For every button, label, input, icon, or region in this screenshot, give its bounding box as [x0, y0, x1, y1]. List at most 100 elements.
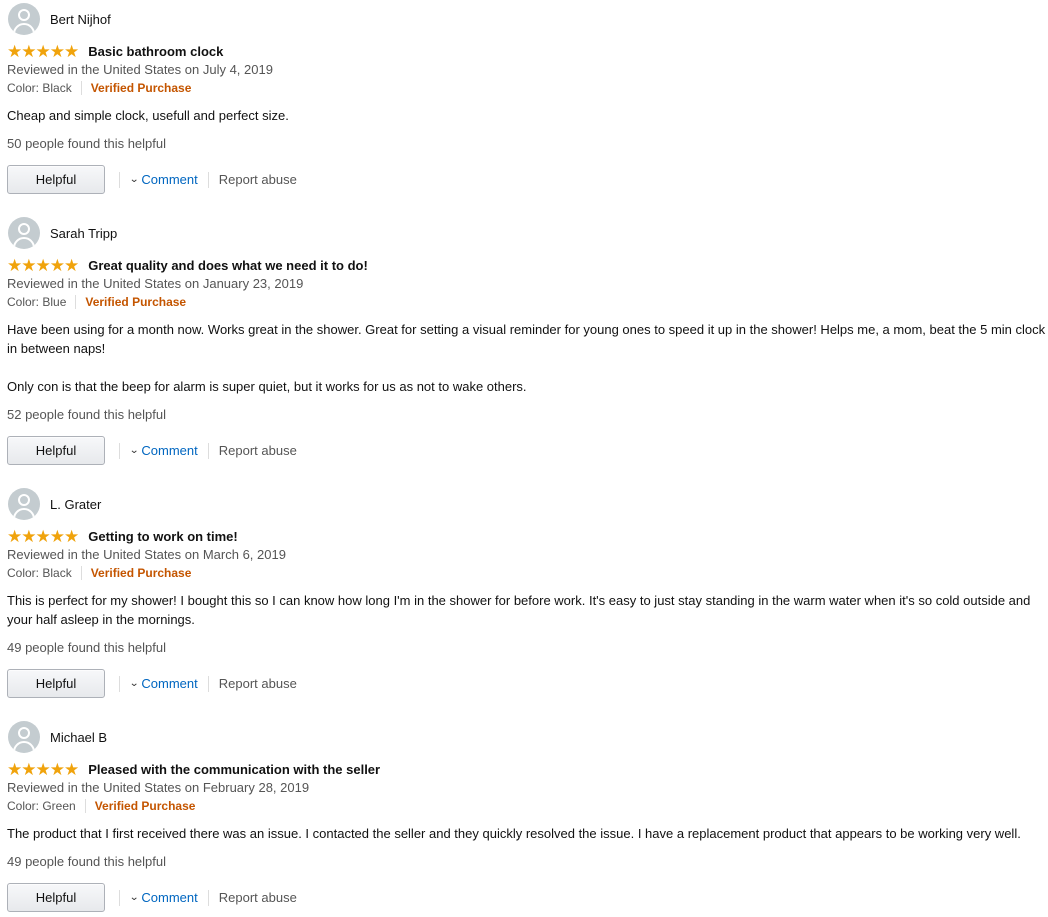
avatar	[8, 3, 40, 35]
product-color[interactable]: Color: Black	[7, 81, 72, 95]
reviewer-name: Michael B	[50, 729, 108, 745]
report-abuse-link[interactable]: Report abuse	[219, 890, 297, 905]
star-rating[interactable]: ★ ★ ★ ★ ★	[7, 255, 79, 275]
helpful-count: 52 people found this helpful	[7, 407, 167, 422]
helpful-count: 49 people found this helpful	[7, 854, 167, 869]
comment-link[interactable]: ⌄ Comment	[129, 676, 198, 691]
reviewer-profile[interactable]: L. Grater	[8, 488, 101, 520]
review-text: Have been using for a month now. Works g…	[7, 322, 1046, 356]
review-title[interactable]: Great quality and does what we need it t…	[88, 258, 368, 273]
divider	[207, 442, 209, 459]
report-abuse-link[interactable]: Report abuse	[219, 676, 297, 691]
star-rating[interactable]: ★ ★ ★ ★ ★	[7, 41, 79, 61]
helpful-button[interactable]: Helpful	[7, 165, 105, 194]
comment-link[interactable]: ⌄ Comment	[129, 443, 198, 458]
verified-purchase-badge[interactable]: Verified Purchase	[91, 566, 192, 580]
report-abuse-link[interactable]: Report abuse	[219, 172, 297, 187]
chevron-down-icon: ⌄	[129, 445, 140, 456]
review-date: Reviewed in the United States on March 6…	[7, 547, 286, 562]
star-icon: ★	[64, 526, 79, 546]
reviewer-name: Bert Nijhof	[50, 11, 111, 27]
product-color[interactable]: Color: Blue	[7, 295, 66, 309]
comment-label: Comment	[141, 890, 198, 905]
chevron-down-icon: ⌄	[129, 678, 140, 689]
star-icon: ★	[35, 41, 51, 61]
reviewer-name: L. Grater	[50, 496, 102, 512]
divider	[119, 889, 120, 906]
comment-link[interactable]: ⌄ Comment	[129, 172, 198, 187]
reviews-list: Bert Nijhof ★ ★ ★ ★ ★ Basic bathroom clock R…	[0, 0, 1048, 917]
star-icon: ★	[7, 526, 22, 546]
divider	[207, 171, 209, 188]
product-color[interactable]: Color: Black	[7, 566, 72, 580]
helpful-button[interactable]: Helpful	[7, 436, 105, 465]
review-item: Sarah Tripp ★ ★ ★ ★ ★ Great quality and does…	[0, 214, 1048, 474]
reviewer-profile[interactable]: Bert Nijhof	[8, 3, 111, 35]
divider	[119, 171, 120, 188]
format-strip: Color: Green Verified Purchase	[7, 799, 195, 813]
helpful-button[interactable]: Helpful	[7, 883, 105, 912]
review-body: Have been using for a month now. Works g…	[7, 320, 1047, 396]
divider	[80, 566, 82, 580]
divider	[80, 81, 82, 95]
format-strip: Color: Black Verified Purchase	[7, 566, 191, 580]
review-date: Reviewed in the United States on July 4,…	[7, 62, 273, 77]
star-icon: ★	[64, 759, 79, 779]
star-icon: ★	[21, 759, 36, 779]
comment-label: Comment	[141, 172, 198, 187]
star-rating[interactable]: ★ ★ ★ ★ ★	[7, 759, 79, 779]
review-item: Michael B ★ ★ ★ ★ ★ Pleased with the communi…	[0, 718, 1048, 917]
star-icon: ★	[7, 759, 22, 779]
format-strip: Color: Black Verified Purchase	[7, 81, 191, 95]
review-actions: Helpful ⌄ Comment Report abuse	[7, 435, 297, 466]
star-icon: ★	[49, 41, 65, 61]
chevron-down-icon: ⌄	[129, 174, 140, 185]
review-text: Only con is that the beep for alarm is s…	[7, 379, 527, 394]
reviewer-profile[interactable]: Sarah Tripp	[8, 217, 117, 249]
review-text: The product that I first received there …	[7, 826, 1021, 841]
verified-purchase-badge[interactable]: Verified Purchase	[95, 799, 196, 813]
review-actions: Helpful ⌄ Comment Report abuse	[7, 882, 297, 913]
divider	[119, 442, 120, 459]
report-abuse-link[interactable]: Report abuse	[219, 443, 297, 458]
rating-row: ★ ★ ★ ★ ★ Getting to work on time!	[7, 527, 238, 545]
helpful-button[interactable]: Helpful	[7, 669, 105, 698]
product-color[interactable]: Color: Green	[7, 799, 76, 813]
review-date: Reviewed in the United States on Februar…	[7, 780, 310, 795]
review-body: The product that I first received there …	[7, 824, 1047, 843]
star-rating[interactable]: ★ ★ ★ ★ ★	[7, 526, 79, 546]
rating-row: ★ ★ ★ ★ ★ Basic bathroom clock	[7, 42, 223, 60]
comment-label: Comment	[141, 676, 198, 691]
star-icon: ★	[64, 255, 79, 275]
chevron-down-icon: ⌄	[129, 892, 140, 903]
comment-label: Comment	[141, 443, 198, 458]
star-icon: ★	[49, 759, 65, 779]
star-icon: ★	[64, 41, 79, 61]
star-icon: ★	[7, 255, 22, 275]
star-icon: ★	[35, 526, 51, 546]
review-item: Bert Nijhof ★ ★ ★ ★ ★ Basic bathroom clock R…	[0, 0, 1048, 200]
star-icon: ★	[49, 526, 65, 546]
review-title[interactable]: Getting to work on time!	[88, 529, 238, 544]
verified-purchase-badge[interactable]: Verified Purchase	[85, 295, 186, 309]
divider	[75, 295, 77, 309]
review-actions: Helpful ⌄ Comment Report abuse	[7, 164, 297, 195]
rating-row: ★ ★ ★ ★ ★ Pleased with the communication wit…	[7, 760, 380, 778]
star-icon: ★	[35, 759, 51, 779]
avatar	[8, 721, 40, 753]
star-icon: ★	[21, 526, 36, 546]
review-title[interactable]: Basic bathroom clock	[88, 44, 223, 59]
reviewer-profile[interactable]: Michael B	[8, 721, 107, 753]
avatar	[8, 217, 40, 249]
star-icon: ★	[21, 255, 36, 275]
review-title[interactable]: Pleased with the communication with the …	[88, 762, 380, 777]
comment-link[interactable]: ⌄ Comment	[129, 890, 198, 905]
verified-purchase-badge[interactable]: Verified Purchase	[91, 81, 192, 95]
review-body: Cheap and simple clock, usefull and perf…	[7, 106, 1047, 125]
divider	[84, 799, 86, 813]
helpful-count: 49 people found this helpful	[7, 640, 167, 655]
format-strip: Color: Blue Verified Purchase	[7, 295, 186, 309]
divider	[207, 889, 209, 906]
star-icon: ★	[7, 41, 22, 61]
divider	[119, 675, 120, 692]
